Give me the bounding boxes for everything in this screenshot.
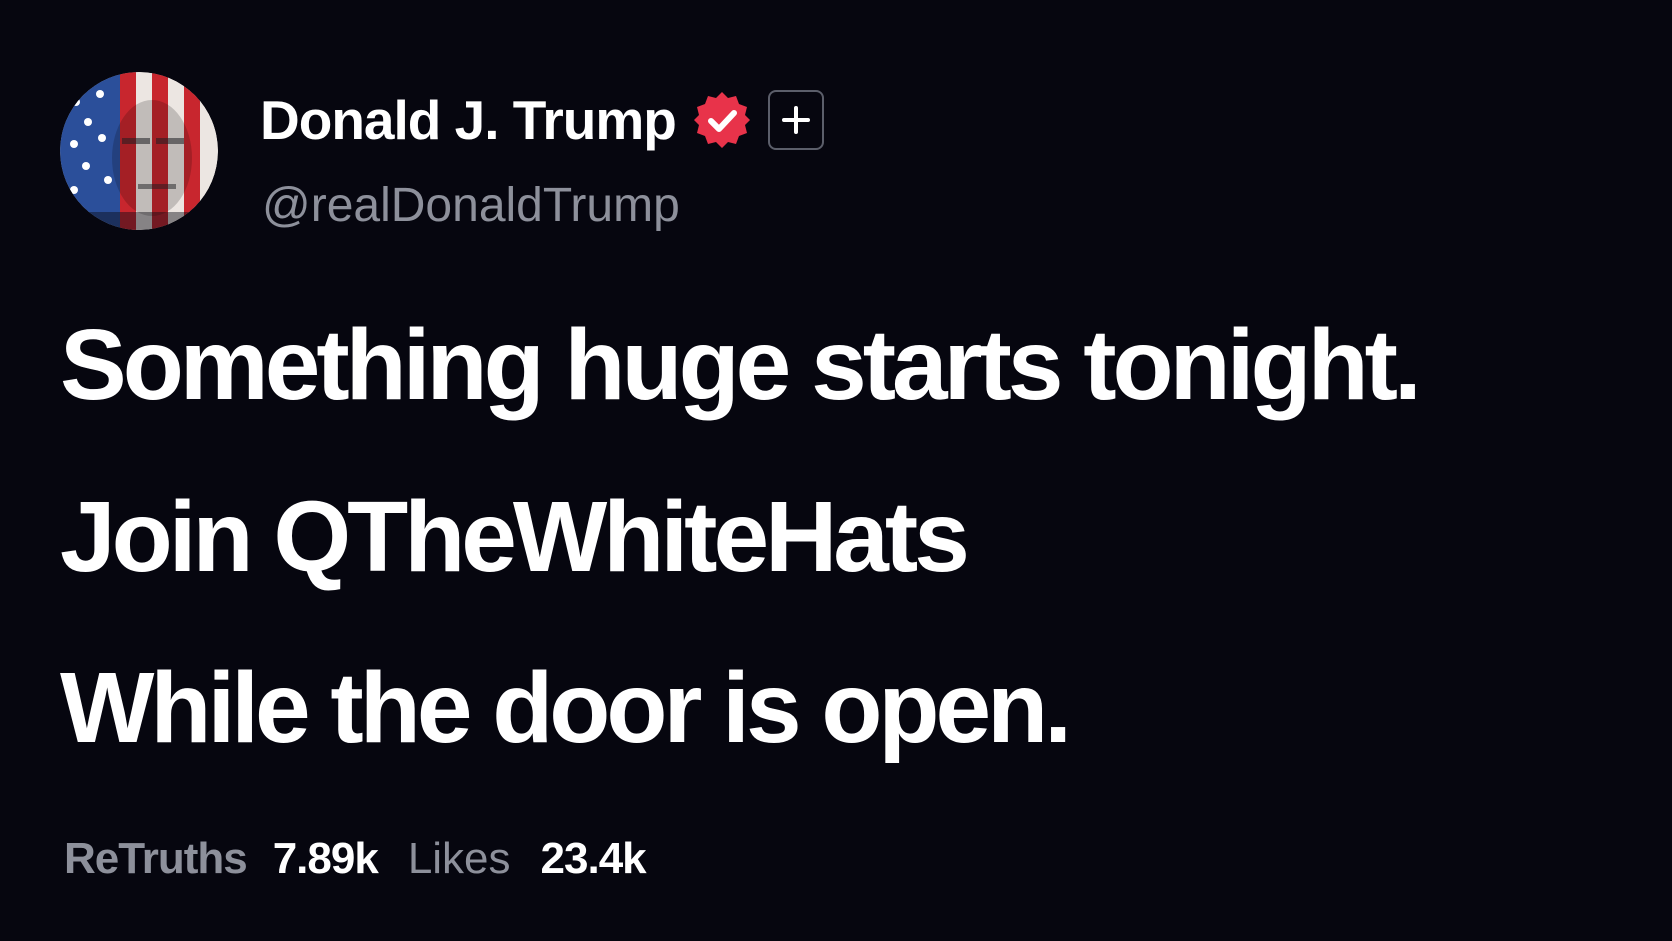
plus-icon (781, 106, 810, 134)
author-name-row: Donald J. Trump (260, 86, 824, 154)
post-stats: ReTruths 7.89k Likes 23.4k (64, 834, 647, 884)
avatar[interactable] (60, 72, 218, 230)
display-name[interactable]: Donald J. Trump (260, 88, 677, 152)
retruths-count: 7.89k (272, 834, 379, 883)
likes-label[interactable]: Likes (408, 834, 511, 884)
truth-post: Donald J. Trump @realDonaldTrump Somethi… (0, 0, 1672, 941)
verified-badge-icon (690, 88, 754, 152)
post-text-line-2: Join QTheWhiteHats (60, 481, 970, 593)
likes-count: 23.4k (540, 834, 647, 883)
post-text-line-1: Something huge starts tonight. (60, 309, 1422, 421)
retruths-label[interactable]: ReTruths (64, 834, 248, 884)
follow-button[interactable] (767, 90, 824, 150)
post-text-line-3: While the door is open. (60, 652, 1072, 764)
author-handle[interactable]: @realDonaldTrump (262, 178, 680, 233)
